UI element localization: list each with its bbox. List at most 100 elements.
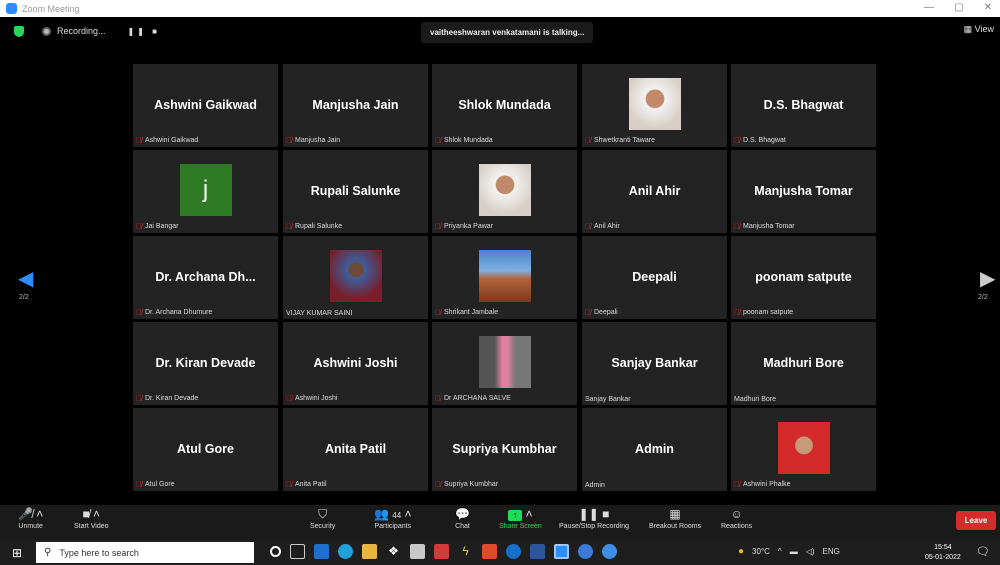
maximize-button[interactable]: ▢ (954, 2, 963, 13)
participant-name: Dr. Kiran Devade (145, 395, 199, 402)
participant-tile[interactable]: Anita Patil 🎙̸ Anita Patil (283, 408, 428, 491)
speaker-icon[interactable]: ◁) (806, 547, 815, 556)
mail-icon[interactable] (314, 544, 329, 559)
participant-tile[interactable]: Anil Ahir 🎙̸ Anil Ahir (582, 150, 727, 233)
participant-tile[interactable]: VIJAY KUMAR SAINI (283, 236, 428, 319)
participant-tile[interactable]: Madhuri Bore Madhuri Bore (731, 322, 876, 405)
taskbar-clock[interactable]: 15:54 05-01-2022 (925, 543, 961, 563)
clock-time: 15:54 (934, 544, 952, 551)
photos-icon[interactable] (578, 544, 593, 559)
participant-name: Madhuri Bore (734, 396, 777, 403)
security-shield-icon: ⛉ (318, 507, 328, 521)
breakout-grid-icon: ▦ (669, 507, 681, 521)
participant-name-label: 🎙̸ Jai Bangar (136, 222, 178, 231)
reactions-button[interactable]: ☺ Reactions (721, 505, 752, 530)
red-app-icon[interactable] (434, 544, 449, 559)
unmute-button[interactable]: 🎤̸ ˄ Unmute (18, 505, 43, 530)
windows-start-icon[interactable]: ⊞ (12, 546, 22, 560)
security-button[interactable]: ⛉ Security (310, 505, 335, 530)
participant-display-name: Sanjay Bankar (611, 356, 698, 370)
task-view-icon[interactable] (290, 544, 305, 559)
next-page-arrow-icon[interactable]: ▶ (980, 266, 995, 291)
minimize-button[interactable]: — (924, 2, 934, 13)
edge-icon[interactable] (338, 544, 353, 559)
office-icon[interactable] (482, 544, 497, 559)
participant-name: Anil Ahir (594, 223, 620, 230)
participant-tile[interactable]: D.S. Bhagwat 🎙̸ D.S. Bhagwat (731, 64, 876, 147)
participant-name-label: 🎙̸ Priyanka Pawar (435, 222, 493, 231)
shield-icon[interactable] (14, 25, 24, 37)
participant-tile[interactable]: Ashwini Gaikwad 🎙̸ Ashwini Gaikwad (133, 64, 278, 147)
avatar (478, 250, 531, 302)
window-controls: — ▢ ✕ (924, 2, 992, 13)
close-button[interactable]: ✕ (984, 2, 992, 13)
participant-tile[interactable]: Shlok Mundada 🎙̸ Shlok Mundada (432, 64, 577, 147)
participant-tile[interactable]: Sanjay Bankar Sanjay Bankar (582, 322, 727, 405)
participant-tile[interactable]: j 🎙̸ Jai Bangar (133, 150, 278, 233)
participant-tile[interactable]: 🎙̸ Priyanka Pawar (432, 150, 577, 233)
previous-page-arrow-icon[interactable]: ◀ (18, 266, 33, 291)
tray-chevron-icon[interactable]: ^ (778, 547, 782, 556)
participant-name: D.S. Bhagwat (743, 137, 786, 144)
breakout-rooms-button[interactable]: ▦ Breakout Rooms (649, 505, 701, 530)
participant-tile[interactable]: Atul Gore 🎙̸ Atul Gore (133, 408, 278, 491)
store-icon[interactable] (410, 544, 425, 559)
chat-button[interactable]: 💬 Chat (455, 505, 470, 530)
participant-tile[interactable]: 🎙̸ Shwetkranti Taware (582, 64, 727, 147)
participant-tile[interactable]: Supriya Kumbhar 🎙̸ Supriya Kumbhar (432, 408, 577, 491)
leave-button[interactable]: Leave (956, 511, 996, 530)
chrome-icon[interactable] (602, 544, 617, 559)
participant-tile[interactable]: 🎙̸ Shrikant Jambale (432, 236, 577, 319)
pause-recording-button[interactable]: ❚❚ ■ Pause/Stop Recording (559, 505, 629, 530)
participant-name-label: 🎙̸ Deepali (585, 308, 618, 317)
participant-tile[interactable]: 🎙̸ Ashwini Phalke (731, 408, 876, 491)
participant-display-name: D.S. Bhagwat (763, 98, 844, 112)
participant-tile[interactable]: Manjusha Jain 🎙̸ Manjusha Jain (283, 64, 428, 147)
participant-tile[interactable]: Deepali 🎙̸ Deepali (582, 236, 727, 319)
participant-tile[interactable]: 🎙̸ Dr ARCHANA SALVE (432, 322, 577, 405)
participant-tile[interactable]: poonam satpute 🎙̸ poonam satpute (731, 236, 876, 319)
language-indicator[interactable]: ENG (823, 547, 840, 556)
meeting-topbar: Recording... ❚❚ ■ vaitheeshwaran venkata… (0, 17, 1000, 45)
participant-tile[interactable]: Dr. Kiran Devade 🎙̸ Dr. Kiran Devade (133, 322, 278, 405)
participant-tile[interactable]: Manjusha Tomar 🎙̸ Manjusha Tomar (731, 150, 876, 233)
muted-mic-icon: 🎙̸ (136, 222, 142, 231)
participant-name: Admin (585, 482, 605, 489)
participant-name: Ashwini Phalke (743, 481, 791, 488)
participant-display-name: Admin (635, 442, 674, 456)
cortana-icon[interactable] (270, 546, 281, 557)
video-off-icon: ■̸ ˄ (82, 507, 101, 521)
start-video-label: Start Video (74, 523, 109, 530)
pin-app-icon[interactable]: ϟ (458, 544, 473, 559)
participant-name-label: Admin (585, 482, 605, 489)
taskbar-search-box[interactable]: ⚲ Type here to search (36, 542, 254, 563)
participant-name: Ashwini Gaikwad (145, 137, 199, 144)
recording-controls[interactable]: ❚❚ ■ (128, 27, 160, 36)
participant-tile[interactable]: Admin Admin (582, 408, 727, 491)
participant-name: Manjusha Jain (295, 137, 341, 144)
muted-mic-icon: 🎙̸ (435, 308, 441, 317)
weather-sun-icon: ● (738, 546, 745, 557)
share-screen-button[interactable]: ↑ ˄ Share Screen (499, 505, 542, 530)
muted-mic-icon: 🎙̸ (585, 222, 591, 231)
chat-bubble-icon: 💬 (455, 507, 470, 521)
participants-label: Participants (374, 523, 412, 530)
participant-tile[interactable]: Rupali Salunke 🎙̸ Rupali Salunke (283, 150, 428, 233)
dropbox-icon[interactable]: ❖ (386, 544, 401, 559)
file-explorer-icon[interactable] (362, 544, 377, 559)
notification-icon[interactable]: 🗨 (976, 545, 990, 558)
network-icon[interactable]: ▬ (790, 547, 798, 556)
participant-name: Shlok Mundada (444, 137, 493, 144)
zoom-taskbar-icon[interactable] (554, 544, 569, 559)
participants-button[interactable]: 👥 44 ˄ Participants (374, 505, 412, 530)
view-button[interactable]: ▦ View (964, 24, 994, 35)
start-video-button[interactable]: ■̸ ˄ Start Video (74, 505, 109, 530)
participant-tile[interactable]: Ashwini Joshi 🎙̸ Ashwini Joshi (283, 322, 428, 405)
system-tray: ● 30°C ^ ▬ ◁) ENG (738, 546, 840, 557)
video-app-icon[interactable] (506, 544, 521, 559)
participant-tile[interactable]: Dr. Archana Dh... 🎙̸ Dr. Archana Dhumure (133, 236, 278, 319)
word-icon[interactable] (530, 544, 545, 559)
muted-mic-icon: 🎙̸ (136, 480, 142, 489)
participant-count: 44 (392, 511, 402, 520)
participant-name-label: 🎙̸ poonam satpute (734, 308, 793, 317)
